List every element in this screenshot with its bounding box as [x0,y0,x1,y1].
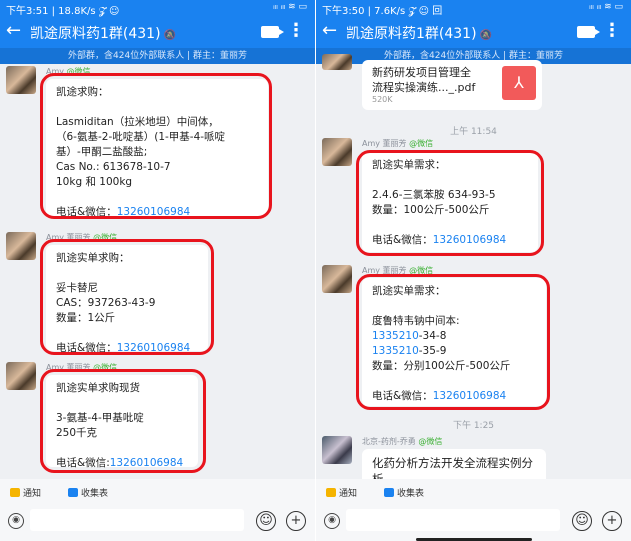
message-input[interactable] [346,509,560,531]
sender-name: Amy @微信 [46,67,91,76]
avatar[interactable] [322,54,352,70]
message-bubble[interactable]: 凯途实单求购现货 3-氨基-4-甲基吡啶 250千克 电话&微信:1326010… [46,375,198,469]
message-line: CAS：937263-43-9 [56,297,156,309]
pdf-icon: ⅄ [502,66,536,100]
message-line: 10kg 和 100kg [56,176,133,188]
contact-line: 电话&微信：13260106984 [56,342,191,354]
back-arrow-icon[interactable]: ← [6,21,21,41]
phone-link[interactable]: 1335210 [372,330,419,342]
message-line: 凯途实单求购： [56,252,130,264]
avatar[interactable] [322,138,352,166]
message-bubble[interactable]: 凯途实单需求： 度鲁特韦钠中间本: 1335210-34-8 1335210-3… [362,278,546,406]
header-bar: 下午3:51 | 18.8K/s 𝓩 ☺ ᵢₗₗ ᵢₗₗ ≋ ▭ ← 凯途原料药… [0,0,315,48]
add-icon[interactable]: + [602,511,622,531]
phone-link[interactable]: 13260106984 [433,390,507,402]
avatar[interactable] [6,232,36,260]
phone-link[interactable]: 13260106984 [117,342,191,354]
message-line: 数量：100公斤-500公斤 [372,204,490,216]
contact-line: 电话&微信：13260106984 [372,234,507,246]
message-bubble[interactable]: 凯途实单求购： 妥卡替尼 CAS：937263-43-9 数量：1公斤 电话&微… [46,245,208,354]
sender-name: Amy 董丽芳 @微信 [46,363,118,372]
message-line: 凯途求购： [56,86,109,98]
message-line: （6-氨基-2-吡啶基）(1-甲基-4-哌啶 [56,131,226,143]
form-icon [384,488,394,497]
message-line: 2.4.6-三氯苯胺 634-93-5 [372,189,496,201]
message-line: 化药分析方法开发全流程实例分 [372,456,533,470]
message-bubble[interactable]: 凯途求购： Lasmiditan（拉米地坦）中间体， （6-氨基-2-吡啶基）(… [46,79,268,218]
message-input[interactable] [30,509,244,531]
file-message[interactable]: 新药研发项目管理全 流程实操演练..._.pdf 520K ⅄ [362,60,542,110]
contact-line: 电话&微信：13260106984 [56,206,191,218]
message-line: 凯途实单求购现货 [56,382,140,394]
message-line: 妥卡替尼 [56,282,98,294]
file-name: 新药研发项目管理全 流程实操演练..._.pdf [372,66,476,94]
left-chat-screen: 下午3:51 | 18.8K/s 𝓩 ☺ ᵢₗₗ ᵢₗₗ ≋ ▭ ← 凯途原料药… [0,0,315,541]
contact-line: 电话&微信：13260106984 [372,390,507,402]
megaphone-icon [10,488,20,497]
video-call-icon[interactable] [577,26,600,38]
back-arrow-icon[interactable]: ← [322,21,337,41]
avatar[interactable] [322,265,352,293]
video-call-icon[interactable] [261,26,284,38]
message-line: Lasmiditan（拉米地坦）中间体， [56,116,219,128]
form-icon [68,488,78,497]
message-line: 度鲁特韦钠中间本: [372,315,460,327]
chip-form[interactable]: 收集表 [68,486,108,502]
phone-link[interactable]: 13260106984 [433,234,507,246]
composer-area: 通知 收集表 ◉ ☺ + [316,479,631,541]
megaphone-icon [326,488,336,497]
right-chat-screen: 下午3:50 | 7.6K/s 𝓩 ☺ 回 ᵢₗₗ ᵢₗₗ ≋ ▭ ← 凯途原料… [316,0,631,541]
phone-link[interactable]: 13260106984 [117,206,191,218]
message-line: 凯途实单需求： [372,285,446,297]
chip-notice[interactable]: 通知 [326,486,357,502]
status-time: 下午3:50 | 7.6K/s 𝓩 ☺ 回 [322,6,443,17]
avatar[interactable] [6,66,36,94]
phone-link[interactable]: 13260106984 [110,457,184,469]
sender-name: Amy 董丽芳 @微信 [362,139,434,148]
status-icons: ᵢₗₗ ᵢₗₗ ≋ ▭ [589,2,623,12]
cas-line: 1335210-34-8 [372,330,447,342]
chip-notice[interactable]: 通知 [10,486,41,502]
timestamp: 下午 1:25 [452,421,495,431]
chat-title: 凯途原料药1群(431) 🔕 [346,26,493,42]
chat-title: 凯途原料药1群(431) 🔕 [30,26,177,42]
add-icon[interactable]: + [286,511,306,531]
sender-name: Amy 董丽芳 @微信 [362,266,434,275]
sender-name: 北京-药剂-乔勇 @微信 [362,437,443,446]
avatar[interactable] [322,436,352,464]
chip-form[interactable]: 收集表 [384,486,424,502]
avatar[interactable] [6,362,36,390]
message-line: 250千克 [56,427,98,439]
status-icons: ᵢₗₗ ᵢₗₗ ≋ ▭ [273,2,307,12]
file-size: 520K [372,95,393,104]
bell-muted-icon: 🔕 [479,30,493,41]
sender-name: Amy 董丽芳 @微信 [46,233,118,242]
composer-area: 通知 收集表 ◉ ☺ + [0,479,315,541]
status-time: 下午3:51 | 18.8K/s 𝓩 ☺ [6,6,120,17]
message-line: Cas No.: 613678-10-7 [56,161,171,173]
phone-link[interactable]: 1335210 [372,345,419,357]
emoji-icon[interactable]: ☺ [256,511,276,531]
group-subtitle: 外部群，含424位外部联系人 | 群主：董丽芳 [0,48,315,64]
timestamp: 上午 11:54 [450,127,497,137]
more-menu-icon[interactable]: ⋮ [287,21,305,41]
header-bar: 下午3:50 | 7.6K/s 𝓩 ☺ 回 ᵢₗₗ ᵢₗₗ ≋ ▭ ← 凯途原料… [316,0,631,48]
cas-line: 1335210-35-9 [372,345,447,357]
message-line: 凯途实单需求： [372,159,446,171]
message-line: 数量：分别100公斤-500公斤 [372,360,511,372]
more-menu-icon[interactable]: ⋮ [603,21,621,41]
message-bubble[interactable]: 凯途实单需求： 2.4.6-三氯苯胺 634-93-5 数量：100公斤-500… [362,152,538,252]
voice-icon[interactable]: ◉ [8,513,24,529]
message-line: 数量：1公斤 [56,312,116,324]
emoji-icon[interactable]: ☺ [572,511,592,531]
message-line: 基）-甲酮二盐酸盐; [56,146,148,158]
message-line: 3-氨基-4-甲基吡啶 [56,412,144,424]
voice-icon[interactable]: ◉ [324,513,340,529]
bell-muted-icon: 🔕 [163,30,177,41]
contact-line: 电话&微信:13260106984 [56,457,184,469]
